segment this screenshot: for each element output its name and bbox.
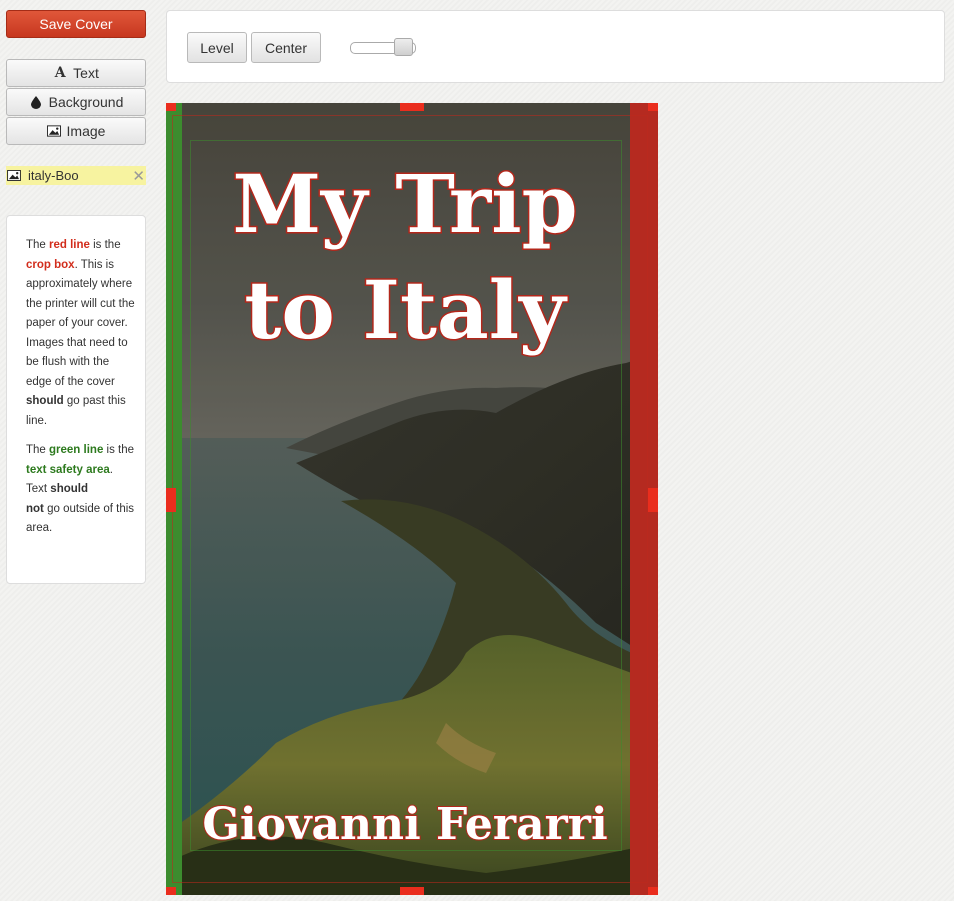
resize-handle-bottom-right[interactable] (648, 887, 658, 895)
layer-item-italy-boo[interactable]: italy-Boo ✕ (6, 166, 146, 185)
layer-label: italy-Boo (28, 168, 79, 183)
image-icon (46, 124, 61, 138)
resize-handle-right[interactable] (648, 488, 658, 512)
cover-title-line-1: My Trip (231, 156, 579, 253)
resize-handle-top-left[interactable] (166, 103, 176, 111)
add-text-button[interactable]: A Text (6, 59, 146, 87)
resize-handle-top-right[interactable] (648, 103, 658, 111)
save-cover-button[interactable]: Save Cover (6, 10, 146, 38)
resize-handle-top[interactable] (400, 103, 424, 111)
add-text-label: Text (73, 65, 99, 81)
slider-handle[interactable] (394, 38, 413, 56)
cover-title-line-2: to Italy (243, 262, 567, 359)
help-panel: The red line is the crop box. This is ap… (6, 215, 146, 584)
add-image-button[interactable]: Image (6, 117, 146, 145)
background-button[interactable]: Background (6, 88, 146, 116)
background-label: Background (48, 94, 124, 110)
cover-author[interactable]: Giovanni Ferarri (182, 798, 628, 851)
resize-handle-left[interactable] (166, 488, 176, 512)
level-button[interactable]: Level (187, 32, 247, 63)
cover-title[interactable]: My Trip to Italy (182, 151, 628, 363)
zoom-slider[interactable] (350, 38, 421, 56)
crop-box-help-text: The red line is the crop box. This is ap… (26, 239, 135, 427)
center-button[interactable]: Center (251, 32, 321, 63)
top-toolbar: Level Center (166, 10, 945, 83)
resize-handle-bottom-left[interactable] (166, 887, 176, 895)
book-cover-canvas[interactable]: My Trip to Italy Giovanni Ferarri (166, 103, 658, 895)
text-safety-help-text: The green line is the text safety area. … (26, 444, 135, 534)
resize-handle-bottom[interactable] (400, 887, 424, 895)
image-icon (7, 169, 21, 183)
text-a-icon: A (54, 65, 66, 81)
remove-layer-close-icon[interactable]: ✕ (132, 167, 145, 185)
add-image-label: Image (66, 123, 106, 139)
droplet-icon (29, 95, 43, 109)
